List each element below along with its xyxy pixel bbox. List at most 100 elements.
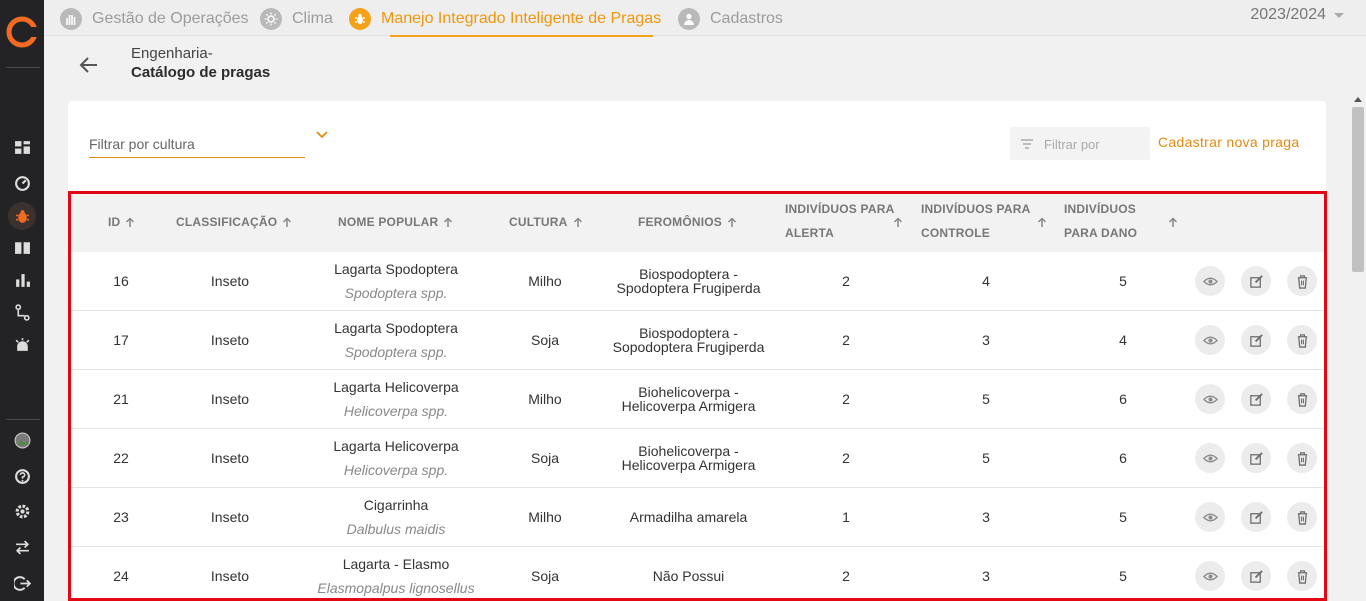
culture-text: Soja bbox=[530, 332, 560, 348]
pheromone-text: Biospodoptera - bbox=[639, 325, 738, 341]
view-button[interactable] bbox=[1195, 561, 1225, 591]
column-header-pheromones[interactable]: FEROMÔNIOS bbox=[638, 215, 737, 229]
column-label: INDIVÍDUOS bbox=[1064, 202, 1137, 216]
column-header-popular-name[interactable]: NOME POPULAR bbox=[338, 215, 453, 229]
chevron-down-icon[interactable] bbox=[316, 130, 328, 140]
tab-cadastros[interactable]: Cadastros bbox=[678, 3, 783, 35]
control-count: 3 bbox=[982, 332, 990, 348]
column-label: PARA DANO bbox=[1064, 226, 1138, 240]
delete-button[interactable] bbox=[1287, 561, 1317, 591]
gauge-icon[interactable] bbox=[12, 173, 32, 193]
control-count: 5 bbox=[982, 450, 990, 466]
tab-gestao-operacoes[interactable]: Gestão de Operações bbox=[60, 3, 249, 35]
tab-clima[interactable]: Clima bbox=[260, 3, 333, 35]
culture-filter-select[interactable]: Filtrar por cultura bbox=[89, 130, 305, 158]
back-arrow-icon[interactable] bbox=[78, 54, 100, 76]
edit-button[interactable] bbox=[1241, 266, 1271, 296]
season-select[interactable]: 2023/2024 bbox=[1250, 6, 1344, 24]
sort-arrow-icon[interactable] bbox=[1168, 217, 1178, 228]
settings-icon[interactable] bbox=[12, 501, 32, 521]
column-label: INDIVÍDUOS PARA bbox=[921, 202, 1031, 216]
scientific-name-text: Helicoverpa spp. bbox=[343, 462, 449, 478]
tab-label: Gestão de Operações bbox=[92, 10, 249, 27]
delete-button[interactable] bbox=[1287, 266, 1317, 296]
edit-button[interactable] bbox=[1241, 325, 1271, 355]
cell-control: 3 bbox=[946, 488, 1026, 546]
delete-button[interactable] bbox=[1287, 502, 1317, 532]
add-pest-button[interactable]: Cadastrar nova praga bbox=[1158, 134, 1299, 150]
column-header-alert[interactable]: INDIVÍDUOS PARA ALERTA bbox=[785, 197, 894, 245]
id-text: 21 bbox=[113, 391, 129, 407]
column-header-classification[interactable]: CLASSIFICAÇÃO bbox=[176, 215, 292, 229]
eye-icon bbox=[1202, 510, 1218, 525]
logout-icon[interactable] bbox=[12, 573, 32, 593]
column-header-culture[interactable]: CULTURA bbox=[509, 215, 583, 229]
scroll-up-arrow-icon[interactable] bbox=[1354, 97, 1362, 102]
eye-icon bbox=[1202, 569, 1218, 584]
delete-button[interactable] bbox=[1287, 325, 1317, 355]
cell-popular-name: Lagarta Spodoptera Spodoptera spp. bbox=[296, 252, 496, 310]
column-label: ID bbox=[108, 215, 121, 229]
edit-button[interactable] bbox=[1241, 561, 1271, 591]
view-button[interactable] bbox=[1195, 266, 1225, 296]
cell-classification: Inseto bbox=[171, 311, 289, 369]
cell-culture: Soja bbox=[501, 547, 589, 598]
page-scrollbar[interactable] bbox=[1350, 95, 1366, 601]
edit-button[interactable] bbox=[1241, 502, 1271, 532]
help-icon[interactable] bbox=[12, 466, 32, 486]
avatar[interactable] bbox=[12, 430, 32, 450]
classification-text: Inseto bbox=[210, 332, 250, 348]
cell-control: 5 bbox=[946, 429, 1026, 487]
edit-button[interactable] bbox=[1241, 384, 1271, 414]
cell-pheromones: Biospodoptera - Spodoptera Frugiperda bbox=[596, 252, 781, 310]
sort-arrow-icon[interactable] bbox=[1037, 217, 1047, 228]
dashboard-icon[interactable] bbox=[12, 137, 32, 157]
swap-icon[interactable] bbox=[12, 537, 32, 557]
column-header-id[interactable]: ID bbox=[108, 215, 135, 229]
cell-damage: 4 bbox=[1083, 311, 1163, 369]
scientific-name-text: Elasmopalpus lignosellus bbox=[317, 580, 475, 596]
sidebar-divider bbox=[6, 67, 40, 68]
tab-manejo-pragas[interactable]: Manejo Integrado Inteligente de Pragas bbox=[349, 3, 661, 35]
edit-button[interactable] bbox=[1241, 443, 1271, 473]
bar-chart-icon[interactable] bbox=[12, 270, 32, 290]
app-logo[interactable] bbox=[6, 16, 38, 48]
column-label: INDIVÍDUOS PARA bbox=[785, 202, 895, 216]
route-icon[interactable] bbox=[12, 302, 32, 322]
view-button[interactable] bbox=[1195, 443, 1225, 473]
cell-classification: Inseto bbox=[171, 370, 289, 428]
view-button[interactable] bbox=[1195, 502, 1225, 532]
view-button[interactable] bbox=[1195, 384, 1225, 414]
view-button[interactable] bbox=[1195, 325, 1225, 355]
column-header-control[interactable]: INDIVÍDUOS PARA CONTROLE bbox=[921, 197, 1030, 245]
cell-control: 5 bbox=[946, 370, 1026, 428]
id-text: 16 bbox=[113, 273, 129, 289]
filter-input[interactable] bbox=[1044, 134, 1144, 154]
edit-icon bbox=[1249, 510, 1264, 525]
cell-id: 22 bbox=[81, 429, 161, 487]
delete-button[interactable] bbox=[1287, 443, 1317, 473]
cell-damage: 6 bbox=[1083, 370, 1163, 428]
id-text: 22 bbox=[113, 450, 129, 466]
alarm-icon[interactable] bbox=[12, 335, 32, 355]
delete-button[interactable] bbox=[1287, 384, 1317, 414]
cell-culture: Soja bbox=[501, 429, 589, 487]
popular-name-text: Lagarta Spodoptera bbox=[334, 261, 458, 277]
page-title: Catálogo de pragas bbox=[131, 64, 271, 81]
filter-search-field bbox=[1010, 127, 1150, 160]
cell-classification: Inseto bbox=[171, 488, 289, 546]
alert-count: 2 bbox=[842, 273, 850, 289]
cell-culture: Milho bbox=[501, 252, 589, 310]
sort-arrow-icon bbox=[727, 216, 737, 227]
table-row: 17 Inseto Lagarta Spodoptera Spodoptera spp… bbox=[71, 311, 1324, 370]
bug-icon[interactable] bbox=[8, 202, 36, 230]
book-icon[interactable] bbox=[12, 237, 32, 257]
damage-count: 6 bbox=[1119, 391, 1127, 407]
scrollbar-thumb[interactable] bbox=[1352, 107, 1364, 272]
edit-icon bbox=[1249, 392, 1264, 407]
sort-arrow-icon[interactable] bbox=[893, 217, 903, 228]
alert-count: 2 bbox=[842, 391, 850, 407]
classification-text: Inseto bbox=[210, 568, 250, 584]
cell-pheromones: Biohelicoverpa - Helicoverpa Armigera bbox=[596, 429, 781, 487]
column-header-damage[interactable]: INDIVÍDUOS PARA DANO bbox=[1064, 197, 1137, 245]
